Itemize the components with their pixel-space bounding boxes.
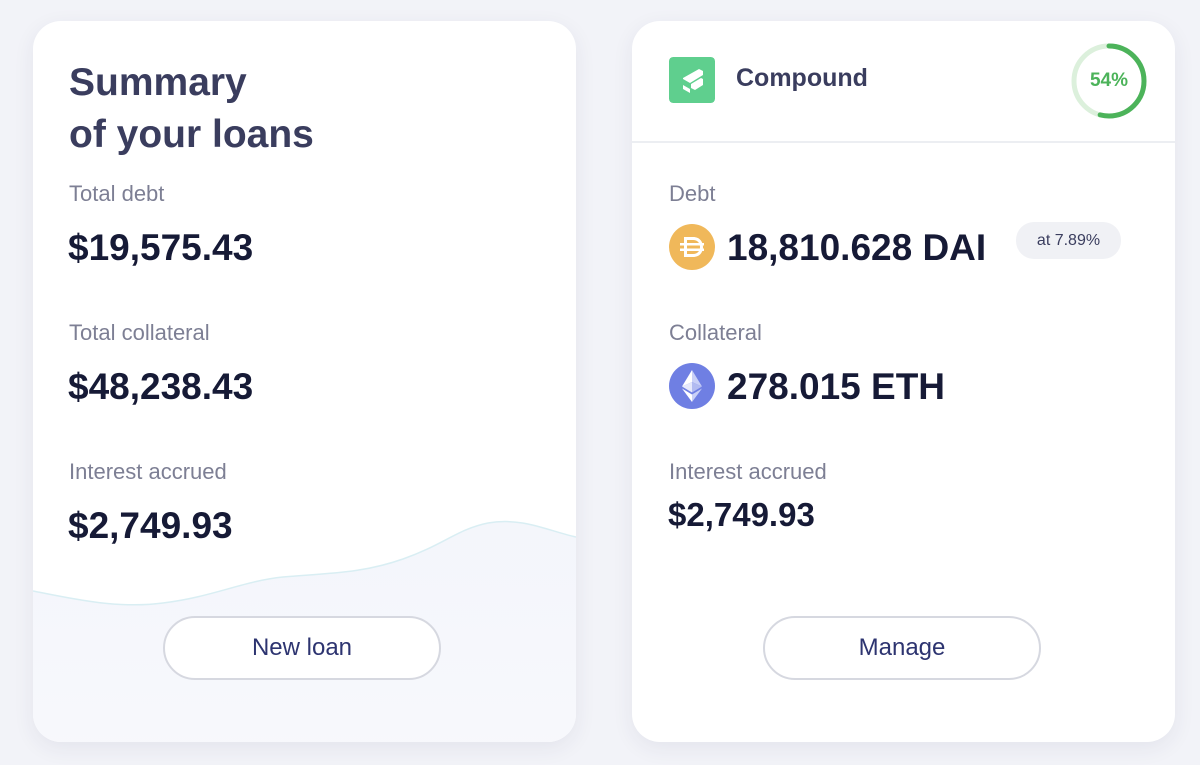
health-percent: 54%: [1089, 70, 1129, 91]
eth-coin-icon: [669, 363, 715, 409]
title-line-1: Summary: [69, 61, 247, 104]
manage-button[interactable]: Manage: [763, 616, 1041, 680]
loan-interest-label: Interest accrued: [669, 459, 827, 484]
debt-value: 18,810.628 DAI: [727, 227, 987, 268]
loan-card-header: Compound 54%: [632, 21, 1175, 143]
page-title: Summary of your loans: [69, 57, 314, 161]
total-debt-label: Total debt: [69, 181, 165, 206]
debt-label: Debt: [669, 181, 716, 206]
collateral-value: 278.015 ETH: [727, 366, 946, 407]
collateral-label: Collateral: [669, 320, 762, 345]
compound-logo-icon: [669, 57, 715, 103]
interest-accrued-value: $2,749.93: [68, 505, 233, 546]
interest-accrued-label: Interest accrued: [69, 459, 227, 484]
dai-coin-icon: [669, 224, 715, 270]
total-collateral-label: Total collateral: [69, 320, 210, 345]
total-collateral-value: $48,238.43: [68, 366, 254, 407]
protocol-name: Compound: [736, 64, 868, 92]
loan-interest-value: $2,749.93: [668, 496, 815, 533]
interest-rate-badge: at 7.89%: [1016, 222, 1121, 259]
compound-loan-card: Compound 54% Debt 18,810.628 DAI at 7.89…: [632, 21, 1175, 742]
title-line-2: of your loans: [69, 113, 314, 156]
loans-summary-card: Summary of your loans Total debt $19,575…: [33, 21, 576, 742]
total-debt-value: $19,575.43: [68, 227, 254, 268]
new-loan-button[interactable]: New loan: [163, 616, 441, 680]
